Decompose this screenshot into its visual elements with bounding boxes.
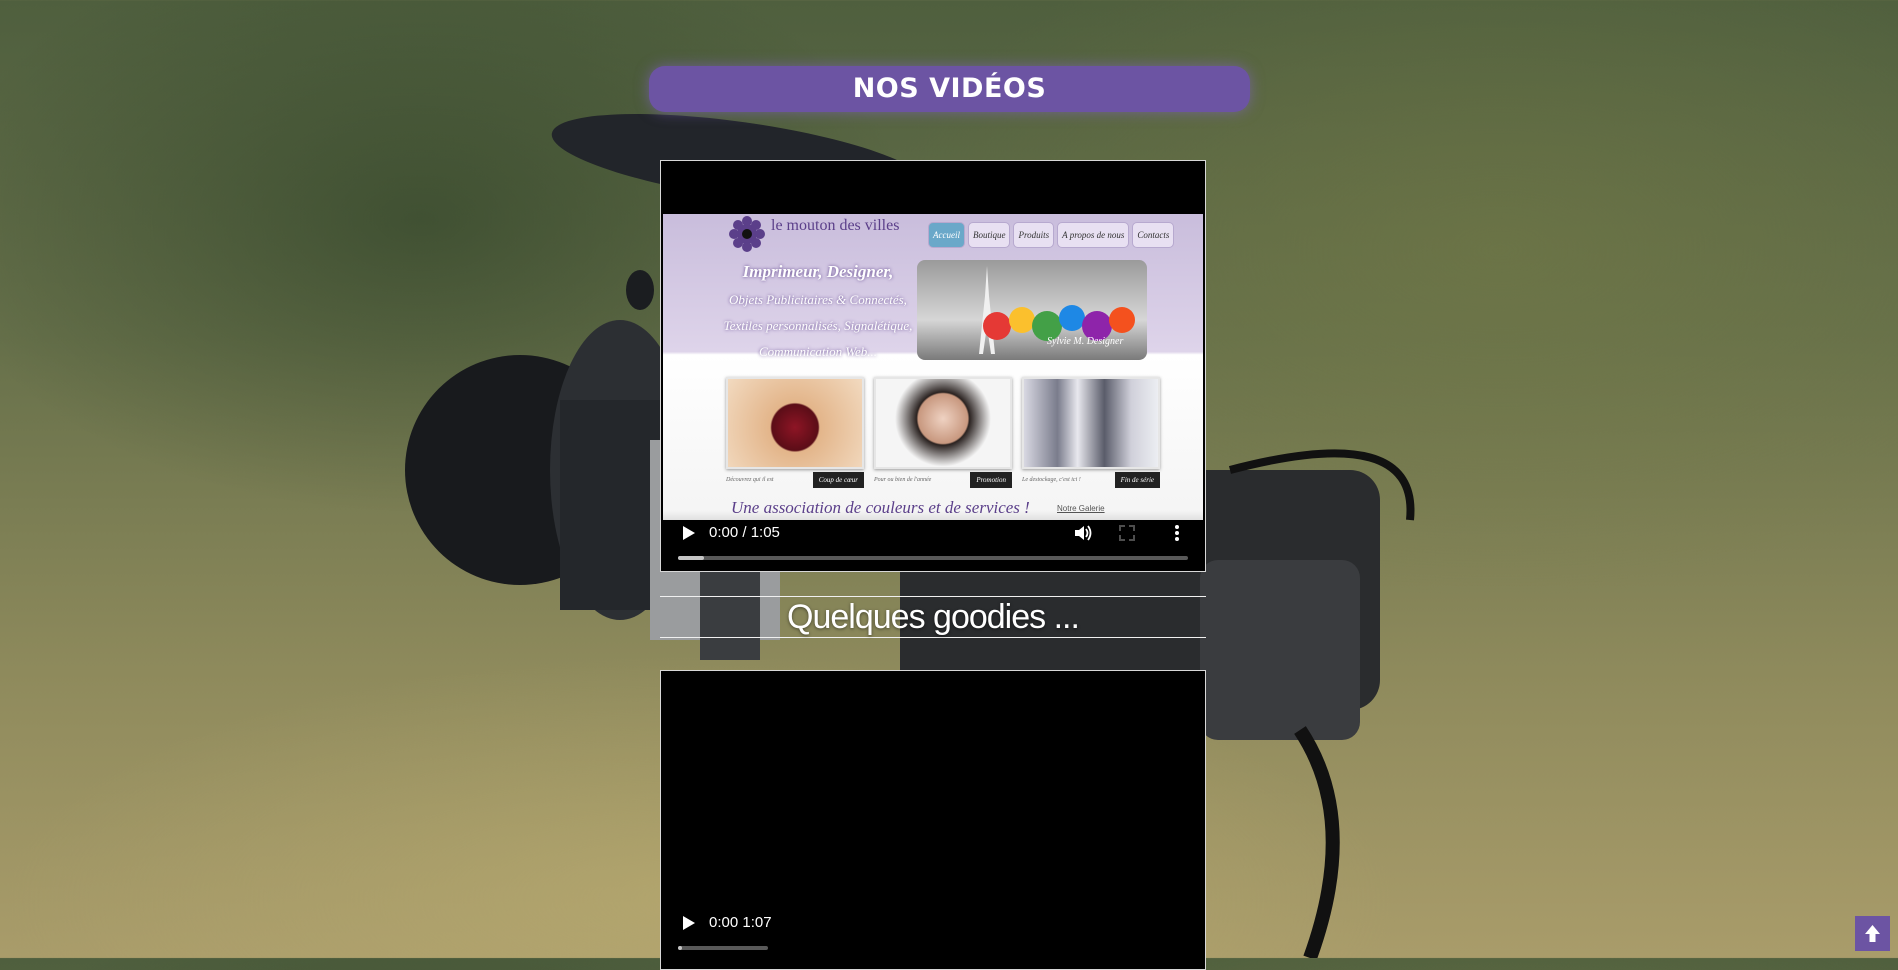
video-player-2[interactable]: 0:00 1:07 (660, 670, 1206, 970)
poster-line: Communication Web... (759, 344, 877, 359)
video-poster: le mouton des villes Accueil Boutique Pr… (663, 214, 1203, 520)
video-buffer-fill (678, 946, 682, 950)
video-player-1[interactable]: le mouton des villes Accueil Boutique Pr… (660, 160, 1206, 572)
gift-box-image (726, 377, 864, 469)
page-heading: NOS VIDÉOS (649, 66, 1250, 112)
play-icon[interactable] (678, 523, 698, 543)
fullscreen-icon[interactable] (1117, 523, 1137, 543)
poster-nav-item: Accueil (928, 222, 965, 248)
video-controls: 0:00 / 1:05 (661, 511, 1205, 571)
tile-button: Promotion (970, 472, 1012, 488)
volume-icon[interactable] (1073, 523, 1093, 543)
play-icon[interactable] (678, 913, 698, 933)
tile-note: Le destockage, c'est ici ! (1022, 477, 1081, 483)
video-buffer-fill (678, 556, 704, 560)
section-title: Quelques goodies ... (660, 596, 1206, 638)
poster-tiles (726, 377, 1160, 469)
poster-banner-image: Sylvie M. Designer (917, 260, 1147, 360)
tile-button: Fin de série (1114, 472, 1160, 488)
poster-brand: le mouton des villes (771, 217, 900, 234)
arrow-up-icon (1865, 925, 1880, 942)
tile-note: Découvrez qui il est (726, 477, 774, 483)
poster-nav-item: Contacts (1132, 222, 1175, 248)
poster-line: Objets Publicitaires & Connectés, (729, 292, 907, 307)
video-progress-bar[interactable] (678, 946, 768, 950)
boutique-clothes-image (1022, 377, 1160, 469)
poster-nav-item: Boutique (967, 222, 1011, 248)
poster-line: Imprimeur, Designer, (742, 262, 894, 281)
video-time: 0:00 / 1:05 (709, 524, 780, 541)
poster-tagline: Imprimeur, Designer, Objets Publicitaire… (723, 262, 913, 370)
color-splash-image: Sylvie M. Designer (983, 305, 1135, 347)
poster-tile-captions: Découvrez qui il est Coup de cœur Pour o… (726, 472, 1160, 488)
poster-nav: Accueil Boutique Produits A propos de no… (928, 222, 1175, 248)
scroll-to-top-button[interactable] (1855, 916, 1890, 951)
poster-nav-item: A propos de nous (1057, 222, 1130, 248)
tile-note: Pour ou bien de l'année (874, 477, 932, 483)
banner-signature: Sylvie M. Designer (1047, 336, 1123, 347)
poster-line: Textiles personnalisés, Signalétique, (723, 318, 913, 333)
video-time: 0:00 1:07 (709, 914, 772, 931)
more-vertical-icon[interactable] (1171, 523, 1183, 543)
tile-button: Coup de cœur (812, 472, 864, 488)
video-controls: 0:00 1:07 (661, 901, 1205, 961)
sheep-logo-icon (729, 216, 765, 252)
video-progress-bar[interactable] (678, 556, 1188, 560)
woman-headphones-image (874, 377, 1012, 469)
poster-nav-item: Produits (1013, 222, 1055, 248)
